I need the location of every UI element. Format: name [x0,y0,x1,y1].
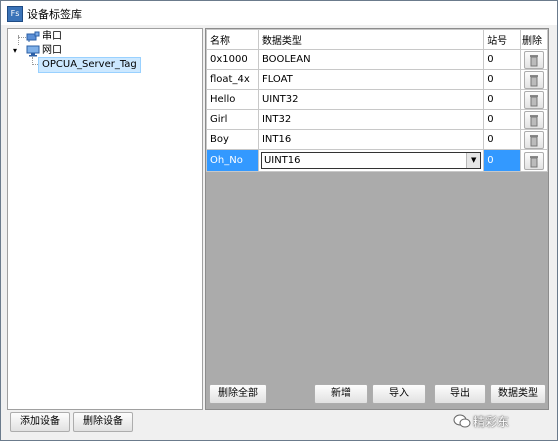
trash-icon [529,134,538,146]
cell-delete [519,89,549,110]
trash-icon [529,114,538,126]
device-tag-library-window: Fs 设备标签库 串口 ▾ 网口 OPCUA_Server_Tag 名称 数据类… [0,0,558,441]
cell-station[interactable]: 0 [483,49,521,70]
cell-station[interactable]: 0 [483,129,521,150]
table-row[interactable]: float_4x FLOAT 0 [206,69,549,90]
delete-row-button[interactable] [523,90,544,109]
cell-name[interactable]: 0x1000 [206,49,259,70]
network-port-icon [26,45,40,57]
cell-delete [519,129,549,150]
tag-grid-panel: 名称 数据类型 站号 删除 0x1000 BOOLEAN 0 float_4x … [205,28,549,410]
cell-name[interactable]: float_4x [206,69,259,90]
import-button[interactable]: 导入 [372,384,426,404]
cell-station[interactable]: 0 [483,149,521,172]
header-delete[interactable]: 删除 [519,29,549,50]
tree-item-network[interactable]: 网口 [42,44,62,58]
window-title: 设备标签库 [27,8,82,21]
delete-row-button[interactable] [523,50,544,69]
tree-item-serial[interactable]: 串口 [42,30,62,44]
tree-connector [18,37,26,38]
cell-name[interactable]: Boy [206,129,259,150]
add-device-button[interactable]: 添加设备 [10,412,70,432]
tag-table: 名称 数据类型 站号 删除 0x1000 BOOLEAN 0 float_4x … [206,29,549,172]
cell-station[interactable]: 0 [483,69,521,90]
header-name[interactable]: 名称 [206,29,259,50]
trash-icon [529,94,538,106]
table-row[interactable]: Boy INT16 0 [206,129,549,150]
table-row[interactable]: Girl INT32 0 [206,109,549,130]
export-button[interactable]: 导出 [434,384,486,404]
cell-name[interactable]: Hello [206,89,259,110]
delete-all-button[interactable]: 删除全部 [209,384,267,404]
cell-data-type[interactable]: FLOAT [257,69,485,90]
header-data-type[interactable]: 数据类型 [257,29,485,50]
app-icon: Fs [7,6,23,22]
data-type-select[interactable]: UINT16 ▼ [260,152,482,169]
trash-icon [529,155,538,167]
chevron-down-icon[interactable]: ▼ [466,153,481,168]
title-bar: Fs 设备标签库 [1,1,557,25]
delete-row-button[interactable] [523,110,544,129]
data-type-select-value: UINT16 [263,155,301,166]
serial-port-icon [26,31,40,42]
header-station[interactable]: 站号 [483,29,521,50]
add-button[interactable]: 新增 [314,384,368,404]
device-tree: 串口 ▾ 网口 OPCUA_Server_Tag [7,28,203,410]
cell-station[interactable]: 0 [483,89,521,110]
cell-name[interactable]: Girl [206,109,259,130]
delete-row-button[interactable] [523,130,544,149]
tree-item-opcua-tag[interactable]: OPCUA_Server_Tag [38,57,141,73]
cell-data-type[interactable]: UINT32 [257,89,485,110]
watermark-text: 精彩东 [473,415,510,429]
trash-icon [529,74,538,86]
wechat-icon [453,414,471,428]
cell-data-type[interactable]: INT16 [257,129,485,150]
cell-delete [519,69,549,90]
trash-icon [529,54,538,66]
cell-delete [519,149,549,172]
cell-data-type[interactable]: BOOLEAN [257,49,485,70]
table-row[interactable]: Hello UINT32 0 [206,89,549,110]
expand-arrow-icon[interactable]: ▾ [13,46,17,55]
delete-row-button[interactable] [523,70,544,89]
cell-data-type: UINT16 ▼ [257,149,485,172]
table-row[interactable]: 0x1000 BOOLEAN 0 [206,49,549,70]
table-row-selected[interactable]: Oh_No UINT16 ▼ 0 [206,149,549,172]
cell-delete [519,109,549,130]
table-body: 0x1000 BOOLEAN 0 float_4x FLOAT 0 Hello … [206,49,549,172]
cell-delete [519,49,549,70]
data-type-button[interactable]: 数据类型 [490,384,546,404]
cell-station[interactable]: 0 [483,109,521,130]
table-header-row: 名称 数据类型 站号 删除 [206,29,549,50]
delete-device-button[interactable]: 删除设备 [73,412,133,432]
cell-data-type[interactable]: INT32 [257,109,485,130]
cell-name[interactable]: Oh_No [206,149,259,172]
delete-row-button[interactable] [523,151,544,170]
